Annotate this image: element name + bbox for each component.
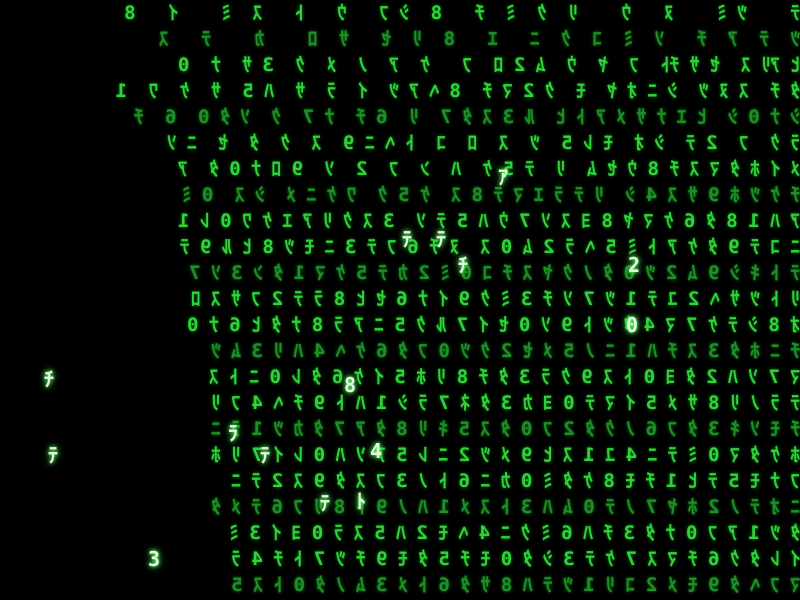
bright-glyph: 2 (628, 253, 641, 277)
bright-glyph: 3 (148, 547, 161, 571)
bright-glyph: 0 (626, 313, 639, 337)
glyph-row: ﾗ ｸ ﾌ 2 ﾃ ｼ ｵ ﾓ ﾚ 5 ﾂ ｽ ﾛ ｺ ﾄ ﾍ ﾆ 9 ｽ ｸ … (167, 132, 800, 154)
glyph-row: ﾁ ﾆ ﾎ ﾀ 3 ｽ ﾁ ﾊ 1 ﾆ ﾉ 5 ﾒ ｾ 2 ｸ ﾂ 0 ﾌ ﾀ … (211, 340, 800, 362)
glyph-row: ﾋ ｱﾘ ｽ ｾ ｻ ﾁﾄ ﾌ ﾔ ｳ ﾑ 2 ﾛ ﾌ ｹ ｱ ﾉ ﾒ ｸ 3 … (178, 54, 800, 76)
matrix-code-rain: ﾃ ﾂ ﾐ ﾇ ｳ ﾘ ｸ ﾐ ﾁ 8 ｼ ﾌ ｳ ﾄ ｽ ﾐ ｲ 8 ﾂ ﾃ ｱ… (0, 0, 800, 600)
glyph-row: ｱ ﾊ 1 8 ﾀ 6 ｹ ﾏ ﾔ 8 ﾖ ｽ ｿ 7 ｳ ﾊ 5 ﾃ ｿ 3 … (178, 210, 800, 232)
bright-glyph: 8 (344, 373, 357, 397)
glyph-row: ﾃ ﾗ ﾉ ﾘ 8 ｻ ﾒ 5 ｲ ﾏ ﾃ 0 ﾖ ｶ 3 ﾀ ﾈ 7 ﾗ ｼ … (211, 392, 800, 414)
glyph-row: ﾃ ﾂ ﾐ ﾇ ｳ ﾘ ｸ ﾐ ﾁ 8 ｼ ﾌ ｳ ﾄ ｽ ﾐ ｲ 8 (124, 2, 800, 24)
bright-glyph: ｱ (498, 165, 508, 189)
glyph-row: ﾏ ﾌ ﾍ ﾀ 9 ﾓ ﾒ 2 ｺ ﾘ 1 ﾂ ﾃ ﾊ 8 ｻ ﾀ 6 ﾄ ﾒ … (231, 574, 800, 596)
bright-glyph: ﾃ (48, 443, 58, 467)
glyph-row: ﾃ ﾄ ｷ ｼ 9 ﾑ 2 ﾂ 0 ﾀ ﾉ ｸ ﾔ ｽ ﾁ ｺ 0 ﾐ 2 ｶ … (189, 262, 800, 284)
bright-glyph: ﾃ (260, 443, 270, 467)
bright-glyph: ﾁ (44, 367, 54, 391)
glyph-row: ﾏ 7 ｿ ﾊ 2 ﾀ ﾖ 0 ﾄ ｽ 9 ｸ ﾗ 3 ﾀ ﾁ 8 ﾘ ﾎ 5 … (209, 366, 800, 388)
glyph-row: ﾎ ｹ ﾀ ﾏ 0 ﾐ ﾃ ﾆ 4 ﾕ 1 ｽ ﾋ 9 ﾒ ﾂ 2 ﾆ ﾚ 5 … (211, 444, 800, 466)
bright-glyph: ﾃ (320, 491, 330, 515)
bright-glyph: ﾄ (356, 489, 366, 513)
glyph-row: ﾀ ﾂ 1 ｱ ﾌ 0 ﾅ ﾀ 3 ﾁ ﾊ 6 ﾐ ｸ ﾆ 4 ﾍ ﾓ 2 ﾊ … (229, 522, 800, 544)
glyph-row: ｲ ﾚ ﾀ ｸ 6 ﾁ ﾏ ｽ 7 ｹ ﾃ 3 ｼ ﾀ 0 ﾓ ﾁ 5 ﾀ ﾓ … (231, 548, 800, 570)
glyph-row: ﾘ ﾄ ﾂ ｻ ﾍ 2 ﾕ ﾃ 1 ﾂ 7 ｿ ﾁ 3 ﾐ ｸ 9 ｲ ﾅ 6 … (191, 288, 800, 310)
bright-glyph: ﾁ (458, 253, 468, 277)
glyph-row: ﾒ ｲ ﾎ ﾀ ﾏ ｽ ﾁ 8 ｳ ｾ ﾑ ﾘ ﾃ 5 ｹ ﾊ ﾝ ﾌ 2 ｿ … (178, 158, 800, 180)
bright-glyph: 4 (370, 439, 383, 463)
bright-glyph: ﾃ (436, 227, 446, 251)
glyph-row: ｵ 8 ｼ ﾃ ｹ 7 ﾏ 4 ﾀ ﾂ ﾄ 9 ｿ 0 ｾ ｲ 7 ﾙ ｸ 5 … (187, 314, 800, 336)
glyph-row: ﾆ ｵ ﾃ ﾉ 2 ﾎ ﾔ 7 ﾉ ﾃ 0 ﾑ ﾊ 3 ﾄ ｽ ﾒ 1 ﾊ ﾉ … (211, 496, 800, 518)
glyph-row: ﾌ ﾅ ﾓ 5 ﾃ ﾋ 1 ﾁ ﾓ 8 ｹ ﾀ ﾐ 0 ｶ ﾆ 6 ﾄ ﾉ 3 … (231, 470, 800, 492)
glyph-row: ﾁ ﾓ ｿ ｷ 3 ﾀ ﾌ 6 ﾉ ｸ ﾀ 2 ﾌ 0 ﾀ ｽ 5 ｷ ﾘ 8 … (211, 418, 800, 440)
glyph-row: ﾁ ｹ ﾂ ﾎ 9 ｻ ｽ 4 ｼ ﾘ ﾃ ﾗ ｴ ﾏ ﾃ 8 ｽ ｹ 5 ｸ … (182, 184, 800, 206)
bright-glyph: ﾃ (402, 227, 412, 251)
glyph-row: ﾀ ﾁ ｽ ﾇ ﾂ ｼ ﾆ ｵ ﾔ ﾓ ｸ 2 ﾏ ﾁ 8 ﾍ ｱ ﾂ ｲ ﾗ … (116, 80, 800, 102)
bright-glyph: ﾗ (228, 421, 238, 445)
glyph-row: ﾆ ｺ ﾃ 9 ﾀ ｹ ｱ ﾄ ﾐ 5 ﾍ ﾗ 2 ﾑ 0 ｽ ﾇ ﾁ 6 ﾌ … (180, 236, 800, 258)
glyph-row: ﾂ ﾃ ｱ ﾁ ｿ ﾐ ｺ ｸ ﾆ ｴ 8 ﾘ ｾ ｻ ﾛ ｶ ﾃ ｽ (159, 28, 800, 50)
glyph-row: ｼ ﾅ 0 ｼ ﾋ ｴ ﾅ ｻ ﾒ ｱ ﾄ ﾋ ﾙ 3 ｽ ﾀ 7 ﾘ 6 ﾁ … (134, 106, 800, 128)
